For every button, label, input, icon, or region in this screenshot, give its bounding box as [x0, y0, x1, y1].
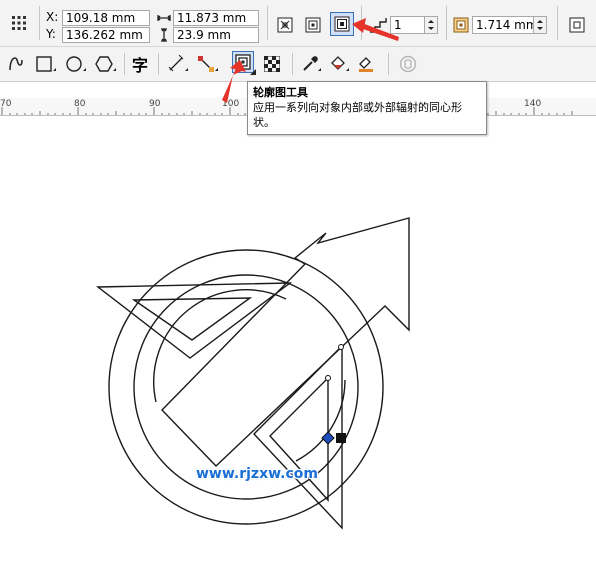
separator: [557, 6, 558, 40]
y-label: Y:: [46, 27, 56, 41]
x-label: X:: [46, 10, 59, 24]
ellipse-tool-icon[interactable]: [62, 52, 90, 76]
tooltip-title: 轮廓图工具: [253, 86, 308, 99]
ruler-label: 90: [149, 99, 161, 109]
separator: [388, 53, 389, 75]
contour-offset-icon: [452, 16, 470, 34]
drawing-canvas[interactable]: [0, 115, 596, 585]
inner-ring-arc-lower[interactable]: [295, 379, 346, 462]
smart-fill-tool-icon[interactable]: [354, 52, 380, 76]
inside-contour-icon[interactable]: [302, 14, 324, 36]
offset-spinner[interactable]: [533, 16, 547, 34]
separator: [446, 6, 447, 40]
watermark: www.rjzxw.com: [196, 466, 318, 482]
outside-contour-icon[interactable]: [330, 12, 354, 36]
x-position-field[interactable]: 109.18 mm: [62, 10, 150, 26]
width-field[interactable]: 11.873 mm: [173, 10, 259, 26]
inner-triangle[interactable]: [131, 297, 253, 341]
ruler-label: 140: [524, 99, 542, 109]
toolbox: 字: [0, 47, 596, 82]
eyedropper-tool-icon[interactable]: [298, 52, 324, 76]
height-field[interactable]: 23.9 mm: [173, 27, 259, 43]
height-icon: [156, 27, 172, 43]
transparency-tool-icon[interactable]: [260, 52, 284, 76]
dimension-tool-icon[interactable]: [164, 52, 192, 76]
contour-offset-field[interactable]: 1.714 mm: [472, 16, 534, 34]
steps-spinner[interactable]: [424, 16, 438, 34]
connector-tool-icon[interactable]: [194, 52, 222, 76]
width-icon: [156, 11, 172, 25]
flyout-corner-icon: [250, 69, 256, 75]
freehand-tool-icon[interactable]: [4, 52, 28, 76]
property-bar: X: Y: 109.18 mm 136.262 mm 11.873 mm 23.…: [0, 0, 596, 47]
separator: [158, 53, 159, 75]
contour-slider-node[interactable]: [338, 344, 344, 350]
separator: [267, 6, 268, 40]
contour-slider-node-2[interactable]: [325, 375, 331, 381]
text-tool-icon[interactable]: 字: [128, 52, 152, 76]
separator: [39, 6, 40, 40]
to-center-icon[interactable]: [274, 14, 296, 36]
y-position-field[interactable]: 136.262 mm: [62, 27, 150, 43]
interactive-fill-tool-icon[interactable]: [326, 52, 352, 76]
separator: [292, 53, 293, 75]
rectangle-tool-icon[interactable]: [32, 52, 60, 76]
contour-steps-field[interactable]: 1: [390, 16, 426, 34]
tooltip-body: 应用一系列向对象内部或外部辐射的同心形状。: [253, 101, 462, 129]
contour-start-node[interactable]: [336, 433, 346, 443]
contour-direction-node[interactable]: [321, 431, 335, 445]
text-tool-glyph: 字: [131, 56, 148, 75]
separator: [361, 6, 362, 40]
separator: [124, 53, 125, 75]
ruler-label: 70: [0, 99, 12, 109]
ruler-label: 80: [74, 99, 86, 109]
polygon-tool-icon[interactable]: [92, 52, 120, 76]
contour-tool-tooltip: 轮廓图工具 应用一系列向对象内部或外部辐射的同心形状。: [247, 81, 487, 135]
lock-disabled-icon: [396, 52, 420, 76]
contour-steps-icon: [367, 15, 389, 35]
ruler-label: 100: [222, 99, 240, 109]
object-origin-icon[interactable]: [8, 12, 30, 34]
object-acceleration-icon[interactable]: [566, 14, 588, 36]
